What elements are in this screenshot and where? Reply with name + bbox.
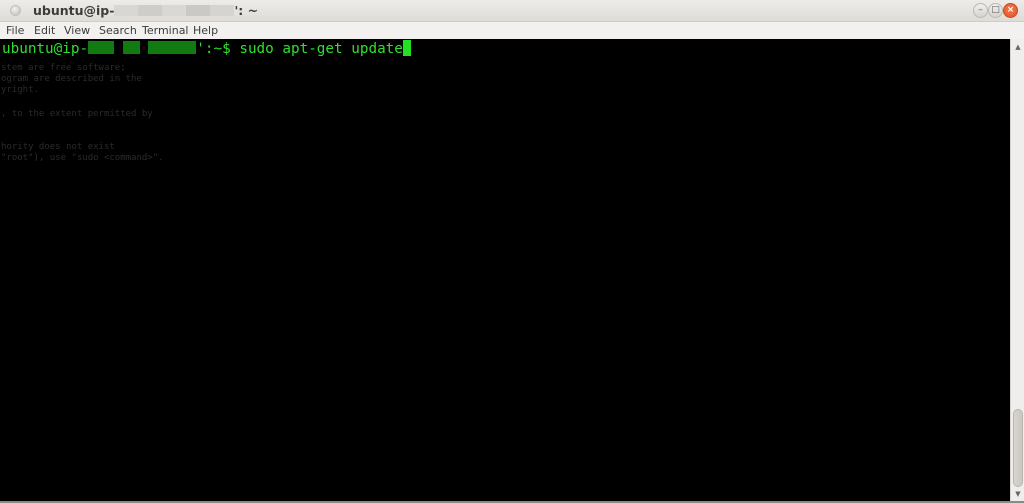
redacted-ip — [122, 41, 140, 54]
ghost-line: stem are free software; — [1, 63, 126, 73]
scroll-up-arrow-icon[interactable]: ▲ — [1013, 42, 1023, 52]
command-text: sudo apt-get update — [239, 41, 403, 57]
window-title: ubuntu@ip- ': ~ — [33, 3, 259, 18]
text-cursor — [402, 40, 411, 56]
close-button[interactable]: × — [1003, 3, 1018, 18]
menu-search[interactable]: Search — [99, 24, 137, 37]
maximize-button[interactable]: □ — [988, 3, 1003, 18]
menu-file[interactable]: File — [6, 24, 24, 37]
prompt-user: ubuntu@ip- — [2, 41, 89, 57]
ghost-line: "root"), use "sudo <command>". — [1, 153, 164, 163]
scroll-thumb[interactable] — [1013, 409, 1023, 487]
ghost-line: ogram are described in the — [1, 74, 142, 84]
window-titlebar[interactable]: ubuntu@ip- ': ~ – □ × — [0, 0, 1024, 22]
scroll-down-arrow-icon[interactable]: ▼ — [1013, 489, 1023, 499]
prompt-line: ubuntu@ip- ':~$ sudo apt-get update — [2, 40, 411, 58]
redacted-ip — [148, 41, 197, 54]
menu-view[interactable]: View — [64, 24, 90, 37]
ghost-line: yright. — [1, 85, 39, 95]
menu-help[interactable]: Help — [193, 24, 218, 37]
menu-bar: File Edit View Search Terminal Help — [0, 22, 1024, 39]
menu-edit[interactable]: Edit — [34, 24, 55, 37]
redacted-ip — [88, 41, 115, 54]
ghost-line: hority does not exist — [1, 142, 115, 152]
minimize-button[interactable]: – — [973, 3, 988, 18]
terminal-area[interactable]: ubuntu@ip- ':~$ sudo apt-get update stem… — [0, 39, 1010, 501]
ghost-line: , to the extent permitted by — [1, 109, 153, 119]
window-menu-icon[interactable] — [10, 5, 21, 16]
prompt-tail: ':~$ — [196, 41, 240, 57]
redacted-hostname — [114, 5, 235, 16]
vertical-scrollbar[interactable]: ▲ ▼ — [1010, 39, 1024, 501]
menu-terminal[interactable]: Terminal — [142, 24, 189, 37]
